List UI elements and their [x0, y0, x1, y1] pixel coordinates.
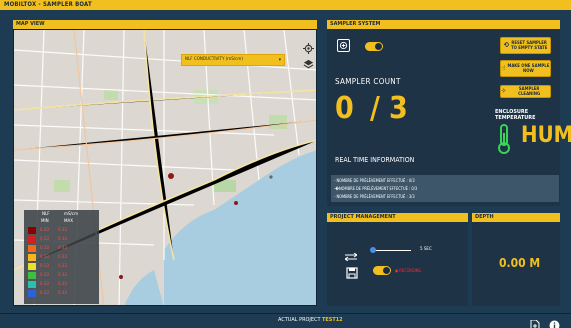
legend-min-value: 0.33 [40, 237, 50, 242]
realtime-info-label: REAL TIME INFORMATION [335, 156, 415, 164]
chevron-down-icon: ▾ [278, 57, 281, 63]
sampler-count-current: 0 [335, 91, 354, 126]
legend-max-value: 0.33 [58, 237, 68, 242]
legend-row: 0.33 0.33 [28, 236, 67, 243]
sampler-system-header: SAMPLER SYSTEM [327, 20, 560, 29]
legend-min-value: 0.33 [40, 228, 50, 233]
locate-icon[interactable] [302, 42, 314, 54]
interval-value: 5 SEC [420, 247, 432, 252]
legend-row: 0.33 0.33 [28, 290, 67, 297]
depth-header: DEPTH [472, 213, 560, 222]
legend-max-header: MAX [64, 219, 74, 224]
legend-swatch [28, 236, 36, 243]
enclosure-temperature-value: HUM [521, 123, 571, 148]
recording-label: ● RECORDING [395, 268, 422, 273]
legend-swatch [28, 290, 36, 297]
reset-sampler-label: RESET SAMPLER TO EMPTY STATE [510, 40, 548, 51]
legend-swatch [28, 272, 36, 279]
legend-row: 0.33 0.33 [28, 245, 67, 252]
save-icon[interactable] [346, 264, 358, 283]
legend-max-value: 0.33 [58, 228, 68, 233]
legend-row: 0.33 0.33 [28, 281, 67, 288]
legend-swatch [28, 254, 36, 261]
legend-min-value: 0.33 [40, 291, 50, 296]
legend-max-value: 0.33 [58, 291, 68, 296]
app-title: MOBILTOX - SAMPLER BOAT [0, 0, 571, 10]
realtime-line: - NOMBRE DE PRÉLÈVEMENT EFFECTUÉ : 3/3 [334, 194, 415, 199]
depth-value: 0.00 M [499, 256, 541, 270]
app-window: MOBILTOX - SAMPLER BOAT MAP VIEW NLF CON… [0, 0, 571, 328]
realtime-info-box: - NOMBRE DE PRÉLÈVEMENT EFFECTUÉ : 0/3 -… [331, 175, 559, 202]
sampler-count-total: 3 [389, 91, 408, 126]
reset-sampler-button[interactable]: ⟲ RESET SAMPLER TO EMPTY STATE [500, 37, 551, 54]
map-view-header: MAP VIEW [13, 20, 317, 29]
legend-swatch [28, 245, 36, 252]
actual-project-name: TEST12 [322, 317, 343, 323]
sampler-system-panel: SAMPLER COUNT 0 / 3 ⟲ RESET SAMPLER TO EM… [327, 29, 571, 206]
recording-toggle[interactable] [373, 266, 391, 275]
realtime-line: -�NOMBRE DE PRÉLÈVEMENT EFFECTUÉ : 0/3 [334, 186, 418, 191]
sampler-device-icon [337, 39, 350, 52]
legend-min-value: 0.33 [40, 282, 50, 287]
project-management-panel: 5 SEC ● RECORDING [327, 222, 468, 306]
make-sample-label: MAKE ONE SAMPLE NOW [507, 63, 550, 74]
interval-slider-thumb[interactable] [370, 247, 376, 253]
legend-title: NLF [42, 212, 50, 217]
sampler-count-separator: / [370, 91, 380, 126]
legend-swatch [28, 227, 36, 234]
cleaning-icon: ✧ [501, 87, 507, 95]
toggle-knob [375, 43, 382, 50]
legend-max-value: 0.33 [58, 282, 68, 287]
legend-min-value: 0.33 [40, 246, 50, 251]
toggle-knob [383, 267, 390, 274]
legend-max-value: 0.33 [58, 246, 68, 251]
map-legend: NLF mS/cm MIN MAX 0.33 0.33 0.33 0.33 0.33 0.… [24, 210, 99, 304]
legend-row: 0.33 0.33 [28, 254, 67, 261]
layer-select-value: NLF CONDUCTIVITY (mS/cm) [185, 57, 243, 62]
legend-row: 0.33 0.33 [28, 263, 67, 270]
sampler-cleaning-button[interactable]: ✧ SAMPLER CLEANING [500, 85, 551, 98]
thermometer-icon [496, 123, 512, 159]
interval-icon [344, 246, 358, 265]
interval-slider-track[interactable] [371, 250, 411, 251]
hand-icon: ☝ [501, 64, 506, 72]
depth-panel: 0.00 M [472, 222, 560, 306]
sampler-count-label: SAMPLER COUNT [335, 77, 401, 86]
enclosure-temperature-label: ENCLOSURE TEMPERATURE [495, 109, 536, 121]
layer-select[interactable]: NLF CONDUCTIVITY (mS/cm) ▾ [181, 54, 285, 66]
sampler-cleaning-label: SAMPLER CLEANING [518, 86, 541, 97]
actual-project-label: ACTUAL PROJECT [278, 317, 321, 323]
legend-swatch [28, 263, 36, 270]
legend-row: 0.33 0.33 [28, 227, 67, 234]
export-file-icon[interactable] [530, 316, 540, 328]
legend-min-value: 0.33 [40, 255, 50, 260]
legend-unit: mS/cm [64, 212, 79, 217]
reset-icon: ⟲ [503, 41, 509, 49]
legend-min-value: 0.33 [40, 273, 50, 278]
legend-swatch [28, 281, 36, 288]
realtime-line: - NOMBRE DE PRÉLÈVEMENT EFFECTUÉ : 0/3 [334, 178, 415, 183]
legend-min-header: MIN [41, 219, 49, 224]
map-view[interactable]: NLF CONDUCTIVITY (mS/cm) ▾ NLF mS/cm MIN… [13, 29, 317, 306]
sampler-power-toggle[interactable] [365, 42, 383, 51]
layers-icon[interactable] [302, 58, 314, 70]
project-management-header: PROJECT MANAGEMENT [327, 213, 468, 222]
legend-max-value: 0.33 [58, 264, 68, 269]
legend-row: 0.33 0.33 [28, 272, 67, 279]
legend-max-value: 0.33 [58, 255, 68, 260]
make-sample-button[interactable]: ☝ MAKE ONE SAMPLE NOW [500, 60, 551, 77]
status-bar: ACTUAL PROJECT TEST12 [0, 313, 571, 328]
info-icon[interactable] [549, 316, 560, 328]
legend-max-value: 0.33 [58, 273, 68, 278]
legend-min-value: 0.33 [40, 264, 50, 269]
